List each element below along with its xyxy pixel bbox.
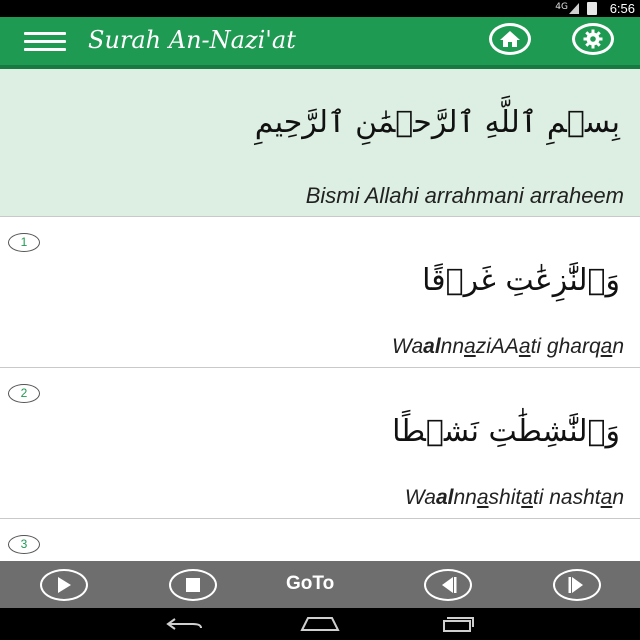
translit-segment: ti gharq: [530, 335, 601, 358]
verse-row[interactable]: 3: [0, 519, 640, 561]
bismillah-transliteration: Bismi Allahi arrahmani arraheem: [305, 183, 624, 208]
network-type: 4G: [555, 2, 568, 12]
player-bar: GoTo: [0, 561, 640, 608]
next-button[interactable]: [553, 569, 601, 601]
translit-segment: n: [612, 486, 624, 509]
verse-transliteration: WaalnnaziAAati gharqan: [392, 335, 624, 359]
translit-segment: al: [435, 486, 454, 509]
system-nav-bar: [0, 608, 640, 640]
translit-segment: a: [464, 335, 476, 358]
signal-icon: [569, 3, 579, 14]
verse-row[interactable]: 2 وَٱلنَّٰشِطَٰتِ نَشۡطًا Waalnnashitati…: [0, 368, 640, 519]
hamburger-menu-icon[interactable]: [24, 32, 66, 52]
translit-segment: Wa: [392, 335, 424, 358]
battery-icon: [587, 2, 597, 15]
translit-segment: al: [423, 335, 441, 358]
translit-segment: a: [518, 335, 531, 358]
verse-list[interactable]: بِسۡمِ ٱللَّهِ ٱلرَّحۡمَٰنِ ٱلرَّحِيمِ B…: [0, 69, 640, 561]
translit-segment: nn: [453, 486, 477, 509]
settings-button[interactable]: [572, 23, 614, 55]
verse-number-badge: 1: [8, 233, 40, 252]
next-track-icon: [568, 577, 583, 593]
play-button[interactable]: [40, 569, 88, 601]
verse-arabic: وَٱلنَّٰشِطَٰتِ نَشۡطًا: [392, 414, 620, 449]
recents-icon[interactable]: [438, 616, 476, 632]
translit-segment: a: [521, 486, 533, 509]
previous-button[interactable]: [424, 569, 472, 601]
page-title: Surah An-Nazi'at: [88, 26, 296, 54]
nav-home-icon[interactable]: [300, 616, 340, 632]
translit-segment: shit: [488, 486, 522, 509]
translit-segment: a: [600, 486, 613, 509]
status-bar: 4G 6:56: [0, 0, 640, 17]
translit-segment: a: [476, 486, 489, 509]
home-button[interactable]: [489, 23, 531, 55]
verse-transliteration: Waalnnashitati nashtan: [405, 486, 624, 510]
verse-arabic: وَٱلنَّٰزِعَٰتِ غَرۡقًا: [422, 263, 620, 298]
back-icon[interactable]: [165, 616, 203, 632]
translit-segment: nn: [440, 335, 465, 358]
translit-segment: ti nasht: [532, 486, 601, 509]
translit-segment: ziAA: [475, 335, 519, 358]
translit-segment: n: [612, 335, 624, 358]
app-bar: Surah An-Nazi'at: [0, 17, 640, 69]
verse-number-badge: 2: [8, 384, 40, 403]
bismillah-arabic: بِسۡمِ ٱللَّهِ ٱلرَّحۡمَٰنِ ٱلرَّحِيمِ: [254, 105, 620, 140]
verse-row[interactable]: 1 وَٱلنَّٰزِعَٰتِ غَرۡقًا WaalnnaziAAati…: [0, 217, 640, 368]
previous-track-icon: [442, 577, 457, 593]
status-time: 6:56: [609, 1, 635, 16]
gear-icon: [583, 29, 603, 49]
verse-number-badge: 3: [8, 535, 40, 554]
goto-button[interactable]: GoTo: [286, 573, 334, 595]
stop-icon: [186, 578, 200, 592]
home-icon: [500, 31, 520, 47]
stop-button[interactable]: [169, 569, 217, 601]
translit-segment: Wa: [404, 486, 436, 509]
bismillah-row[interactable]: بِسۡمِ ٱللَّهِ ٱلرَّحۡمَٰنِ ٱلرَّحِيمِ B…: [0, 69, 640, 217]
translit-segment: a: [600, 335, 613, 358]
play-icon: [58, 577, 71, 593]
